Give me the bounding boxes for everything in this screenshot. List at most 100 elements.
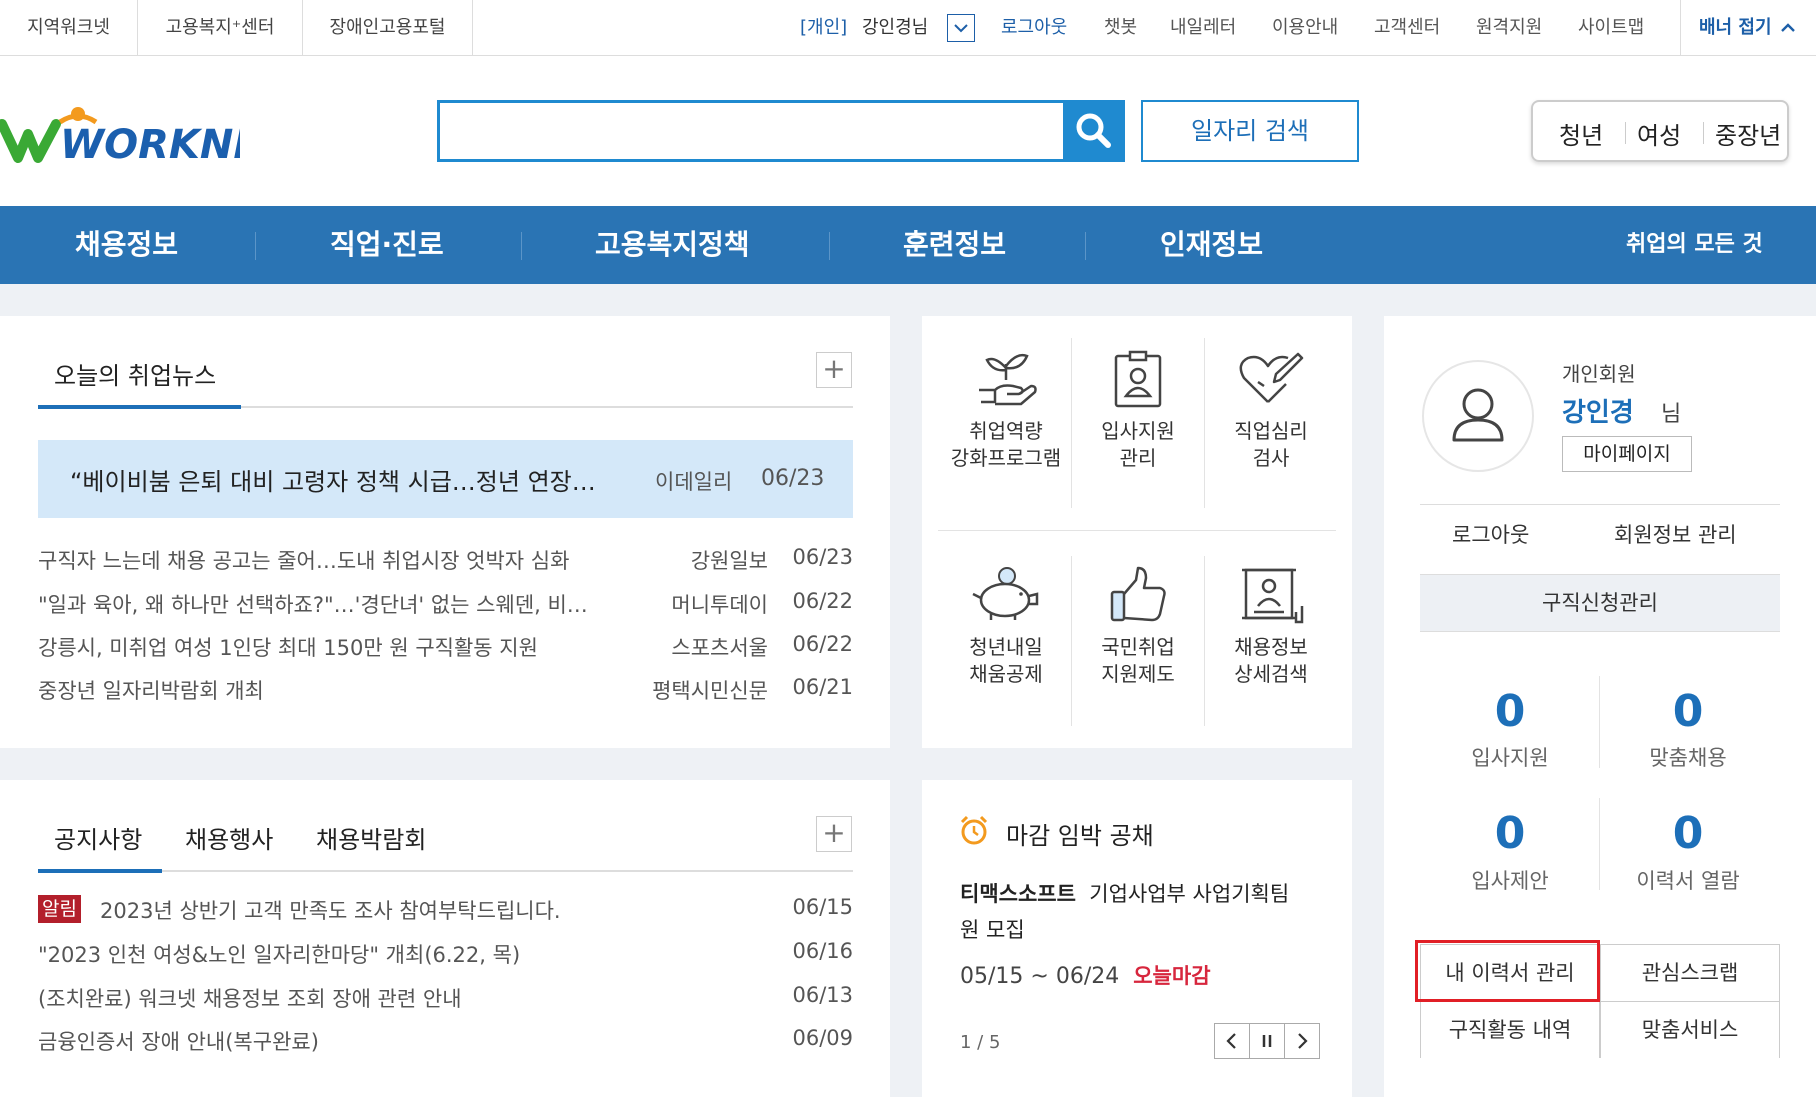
stat-offers-count[interactable]: 0 [1422, 808, 1598, 859]
thumbs-up-icon [1110, 566, 1166, 622]
news-source: 평택시민신문 [652, 679, 768, 703]
nav-job-info[interactable]: 채용정보 [75, 206, 178, 284]
list-item[interactable]: "2023 인천 여성&노인 일자리한마당" 개최(6.22, 목) 06/16 [38, 939, 853, 979]
job-search-button[interactable]: 일자리 검색 [1141, 100, 1359, 162]
search-button[interactable] [1063, 100, 1125, 162]
quick-menu-application-manage[interactable]: 입사지원관리 [1072, 350, 1204, 472]
list-item[interactable]: "일과 육아, 왜 하나만 선택하죠?"…'경단녀' 없는 스웨덴, 비… 머니… [38, 589, 853, 629]
quick-menu-label: 검사 [1252, 446, 1290, 470]
user-panel: 개인회원 강인경 님 마이페이지 로그아웃 회원정보 관리 구직신청관리 0 입… [1384, 316, 1816, 1097]
nav-all-about-employment[interactable]: 취업의 모든 것 [1626, 206, 1763, 284]
deadline-pager-controls [1214, 1023, 1320, 1059]
list-item[interactable]: 알림 2023년 상반기 고객 만족도 조사 참여부탁드립니다. 06/15 [38, 895, 853, 935]
user-logout-link[interactable]: 로그아웃 [1452, 519, 1529, 549]
list-item[interactable]: 중장년 일자리박람회 개최 평택시민신문 06/21 [38, 675, 853, 715]
link-disability-portal[interactable]: 장애인고용포털 [303, 0, 473, 56]
tab-hiring-events[interactable]: 채용행사 [185, 820, 273, 855]
list-item[interactable]: (조치완료) 워크넷 채용정보 조회 장애 관련 안내 06/13 [38, 983, 853, 1023]
nav-welfare-policy[interactable]: 고용복지정책 [595, 206, 750, 284]
deadline-period: 05/15 ~ 06/24 [960, 964, 1120, 989]
news-title: "일과 육아, 왜 하나만 선택하죠?"…'경단녀' 없는 스웨덴, 비… [38, 593, 588, 617]
stat-applications-count[interactable]: 0 [1422, 686, 1598, 737]
quick-menu-label: 관리 [1119, 446, 1157, 470]
stat-matched-count[interactable]: 0 [1600, 686, 1776, 737]
banner-toggle-button[interactable]: 배너 접기 [1699, 0, 1798, 56]
divider [829, 232, 830, 260]
age-women-link[interactable]: 여성 [1637, 116, 1681, 151]
quick-menu-label: 청년내일 [969, 635, 1043, 659]
worknet-logo[interactable]: WORKNET [0, 100, 291, 170]
active-tab-underline [38, 405, 241, 409]
notice-more-button[interactable]: + [816, 816, 852, 852]
quick-menu-label: 채움공제 [969, 662, 1043, 686]
nav-training-info[interactable]: 훈련정보 [903, 206, 1006, 284]
quick-menu-national-employment[interactable]: 국민취업 지원제도 [1072, 566, 1204, 688]
news-source: 강원일보 [690, 549, 768, 573]
deadline-job-title-cont: 원 모집 [960, 918, 1025, 942]
worknet-logo-image: WORKNET [0, 107, 291, 168]
nav-career[interactable]: 직업·진로 [330, 206, 444, 284]
headline-source: 이데일리 [655, 470, 733, 494]
scrap-button[interactable]: 관심스크랩 [1601, 945, 1779, 1001]
quick-menu-competency-program[interactable]: 취업역량 강화프로그램 [940, 350, 1072, 472]
tab-notice[interactable]: 공지사항 [54, 820, 142, 855]
sitemap-link[interactable]: 사이트맵 [1578, 0, 1644, 56]
list-item[interactable]: 구직자 느는데 채용 공고는 줄어…도내 취업시장 엇박자 심화 강원일보 06… [38, 545, 853, 585]
divider [1625, 122, 1626, 144]
deadline-job-card[interactable]: 티맥스소프트 기업사업부 사업기획팀 원 모집 05/15 ~ 06/24 오늘… [960, 876, 1320, 990]
news-source: 스포츠서울 [671, 636, 768, 660]
notice-title: 금융인증서 장애 안내(복구완료) [38, 1030, 319, 1054]
divider [938, 530, 1336, 531]
plus-icon: + [822, 352, 846, 385]
headline-news[interactable]: “베이비붐 은퇴 대비 고령자 정책 시급…정년 연장… 이데일리 06/23 [38, 440, 853, 518]
alarm-clock-icon [960, 815, 988, 845]
main-navigation: 채용정보 직업·진로 고용복지정책 훈련정보 인재정보 취업의 모든 것 [0, 206, 1816, 284]
stat-resume-views-count[interactable]: 0 [1600, 808, 1776, 859]
nav-talent-info[interactable]: 인재정보 [1160, 206, 1263, 284]
headline-title: “베이비붐 은퇴 대비 고령자 정책 시급…정년 연장… [70, 468, 596, 496]
custom-service-button[interactable]: 맞춤서비스 [1601, 1002, 1779, 1058]
job-activity-button[interactable]: 구직활동 내역 [1421, 1002, 1599, 1058]
quick-menu-detailed-search[interactable]: 채용정보 상세검색 [1205, 566, 1337, 688]
deadline-pager: 1 / 5 [960, 1032, 1001, 1053]
member-info-link[interactable]: 회원정보 관리 [1614, 519, 1737, 549]
member-type: 개인회원 [1562, 362, 1636, 386]
quick-menu-youth-savings[interactable]: 청년내일채움공제 [940, 566, 1072, 688]
banner-toggle-label: 배너 접기 [1699, 17, 1772, 38]
divider [1085, 232, 1086, 260]
divider [255, 232, 256, 260]
prev-button[interactable] [1215, 1024, 1250, 1058]
next-button[interactable] [1285, 1024, 1320, 1058]
mypage-button[interactable]: 마이페이지 [1562, 436, 1692, 472]
chevron-right-icon [1298, 1033, 1308, 1049]
list-item[interactable]: 강릉시, 미취업 여성 1인당 최대 150만 원 구직활동 지원 스포츠서울 … [38, 632, 853, 672]
customer-center-link[interactable]: 고객센터 [1374, 0, 1440, 56]
news-title: 강릉시, 미취업 여성 1인당 최대 150만 원 구직활동 지원 [38, 636, 538, 660]
tomorrow-letter-link[interactable]: 내일레터 [1170, 0, 1236, 56]
remote-support-link[interactable]: 원격지원 [1476, 0, 1542, 56]
logout-link[interactable]: 로그아웃 [1001, 0, 1067, 56]
pause-button[interactable] [1250, 1024, 1285, 1058]
tab-employment-news[interactable]: 오늘의 취업뉴스 [54, 356, 216, 391]
notice-date: 06/13 [792, 983, 853, 1007]
list-item[interactable]: 금융인증서 장애 안내(복구완료) 06/09 [38, 1026, 853, 1066]
headline-date: 06/23 [761, 466, 825, 491]
news-more-button[interactable]: + [816, 352, 852, 388]
news-date: 06/21 [792, 675, 853, 699]
chatbot-link[interactable]: 챗봇 [1104, 0, 1137, 56]
link-employment-welfare-center[interactable]: 고용복지⁺센터 [138, 0, 303, 56]
user-dropdown-button[interactable] [947, 14, 975, 42]
tab-job-fairs[interactable]: 채용박람회 [316, 820, 426, 855]
notice-title: 2023년 상반기 고객 만족도 조사 참여부탁드립니다. [100, 899, 561, 923]
search-input[interactable] [440, 103, 1060, 159]
age-youth-link[interactable]: 청년 [1559, 116, 1603, 151]
quick-menu-label: 입사지원 [1101, 419, 1175, 443]
notice-badge: 알림 [38, 895, 81, 923]
link-regional-worknet[interactable]: 지역워크넷 [0, 0, 138, 56]
news-title: 중장년 일자리박람회 개최 [38, 679, 264, 703]
guide-link[interactable]: 이용안내 [1272, 0, 1338, 56]
age-middle-aged-link[interactable]: 중장년 [1715, 116, 1781, 151]
news-panel: 오늘의 취업뉴스 + “베이비붐 은퇴 대비 고령자 정책 시급…정년 연장… … [0, 316, 890, 748]
job-apply-manage-button[interactable]: 구직신청관리 [1420, 575, 1780, 632]
quick-menu-psych-test[interactable]: 직업심리 검사 [1205, 350, 1337, 472]
